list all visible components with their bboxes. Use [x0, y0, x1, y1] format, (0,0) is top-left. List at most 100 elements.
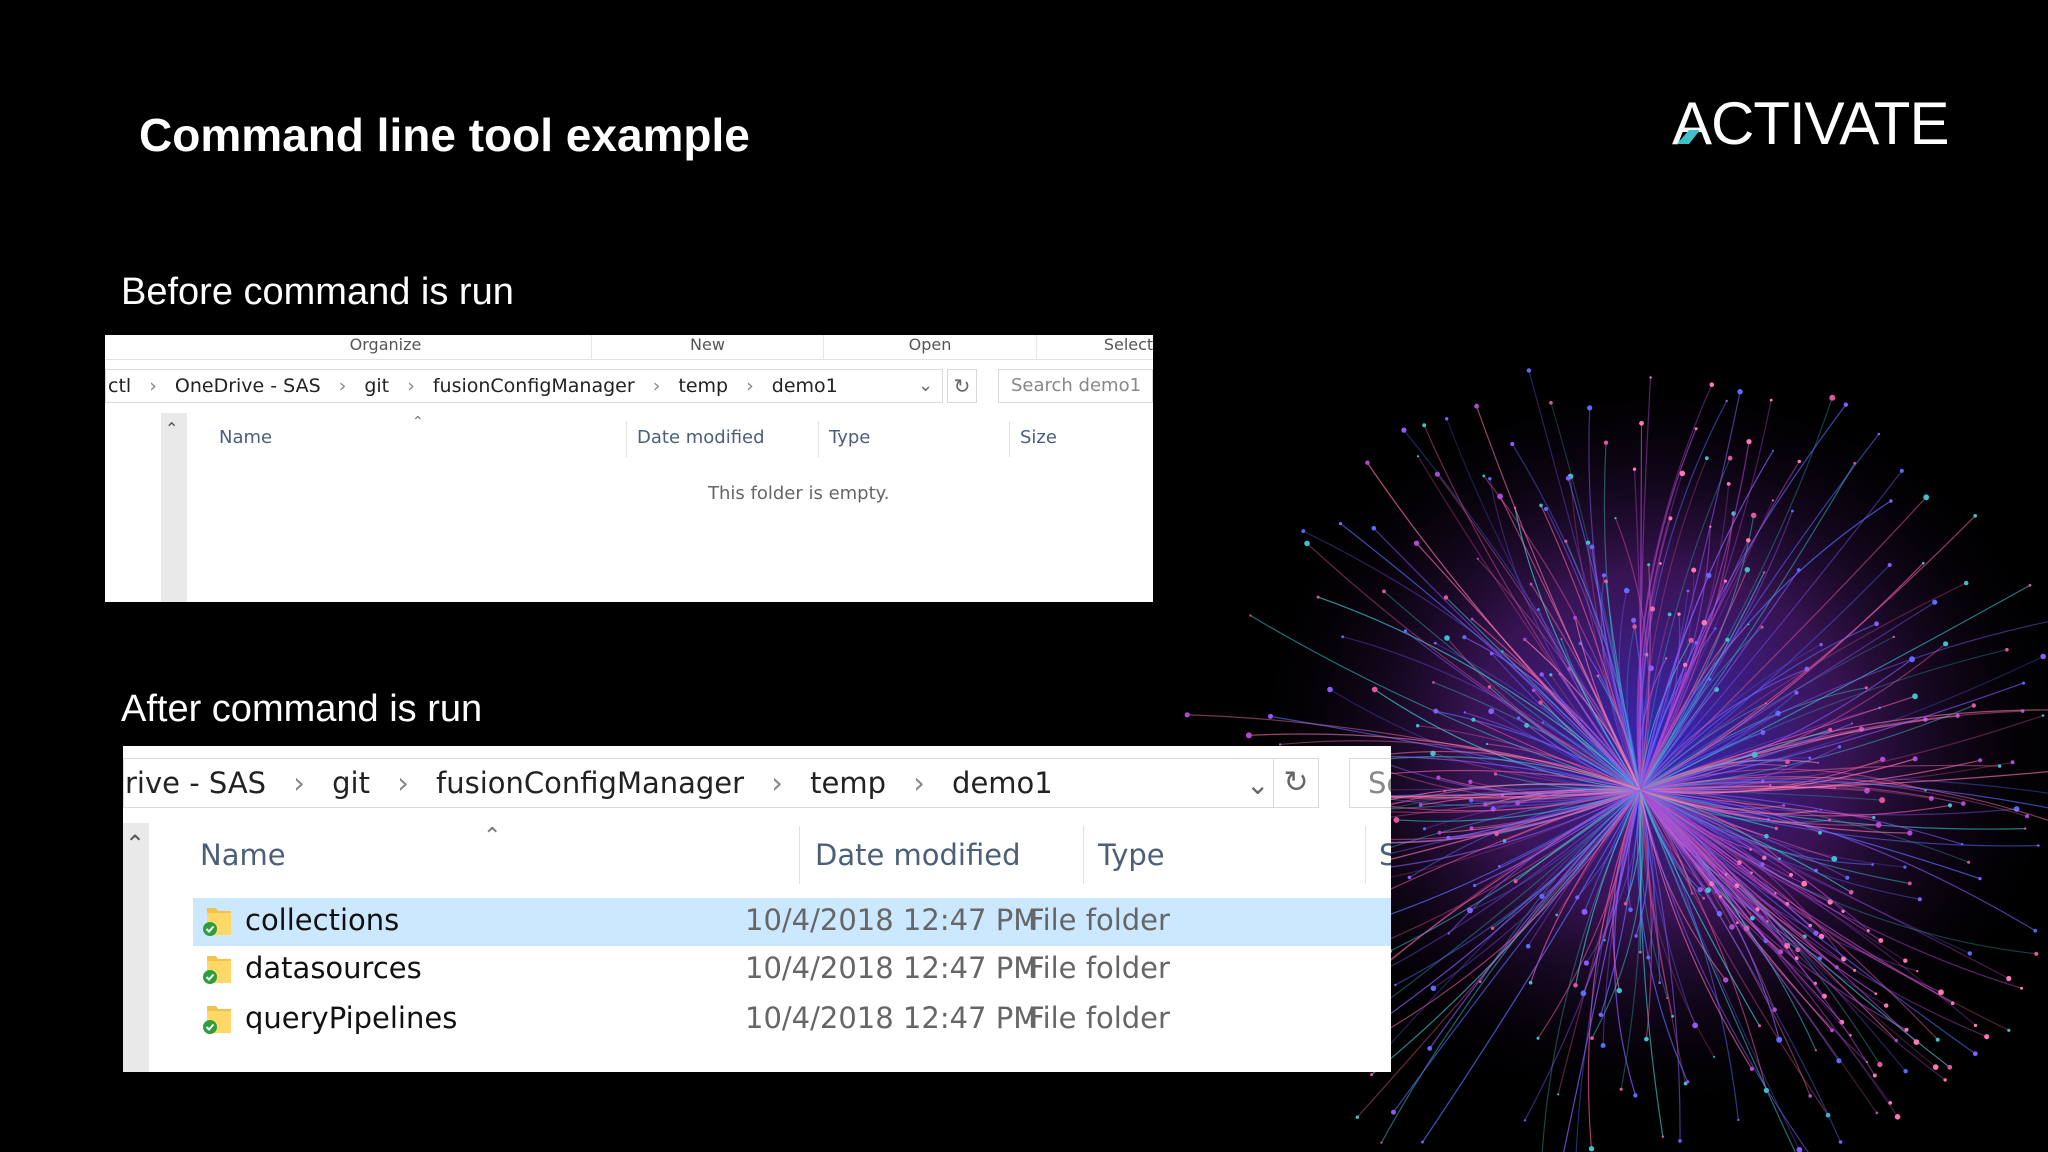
ribbon-group-new[interactable]: New [592, 335, 824, 360]
network-node [1899, 468, 1904, 473]
network-node [1598, 1012, 1603, 1017]
ribbon-group-organize[interactable]: Organize [180, 335, 592, 360]
breadcrumb-item[interactable]: fusionConfigManager [436, 759, 744, 807]
network-node [1697, 887, 1703, 893]
network-node [1791, 509, 1794, 513]
scroll-up-icon[interactable]: ⌃ [125, 830, 145, 858]
column-header-size[interactable]: S [1379, 838, 1391, 872]
search-input[interactable]: Se [1349, 758, 1391, 808]
network-node [1585, 540, 1591, 545]
column-header-date-modified[interactable]: Date modified [637, 427, 765, 448]
scrollbar[interactable] [123, 823, 149, 1072]
network-node [1661, 1135, 1665, 1138]
network-node [1796, 1146, 1803, 1152]
refresh-icon[interactable]: ↻ [1273, 758, 1319, 808]
network-node [1872, 1073, 1877, 1078]
network-node [1848, 890, 1854, 895]
network-node [1588, 1146, 1595, 1152]
breadcrumb-item[interactable]: temp [678, 370, 728, 402]
network-node [1797, 459, 1801, 464]
ribbon-group-select[interactable]: Select [1037, 335, 1153, 360]
network-node [1814, 809, 1817, 813]
column-header-type[interactable]: Type [1098, 838, 1165, 872]
network-node [1947, 1064, 1953, 1070]
column-divider[interactable] [1365, 826, 1366, 884]
file-row[interactable]: collections 10/4/2018 12:47 PM File fold… [193, 898, 1391, 946]
network-node [1488, 708, 1495, 715]
search-input[interactable]: Search demo1 [998, 369, 1153, 403]
file-name[interactable]: datasources [245, 951, 422, 985]
breadcrumb-item[interactable]: rive - SAS [125, 759, 266, 807]
network-node [1523, 637, 1527, 642]
network-node [1433, 708, 1439, 714]
breadcrumb-item[interactable]: fusionConfigManager [433, 370, 635, 402]
network-node [1567, 666, 1572, 671]
network-node [1879, 797, 1886, 804]
network-node [1445, 417, 1449, 421]
breadcrumb-item[interactable]: ctl [108, 370, 131, 402]
activate-logo: ACTIVATE [1672, 92, 1949, 152]
network-node [1984, 1034, 1990, 1040]
file-row[interactable]: queryPipelines 10/4/2018 12:47 PM File f… [193, 996, 1391, 1044]
column-header-date-modified[interactable]: Date modified [815, 838, 1021, 872]
network-node [1874, 621, 1879, 627]
chevron-down-icon[interactable]: ⌄ [918, 370, 933, 402]
column-divider[interactable] [818, 421, 819, 457]
network-node [1443, 595, 1449, 600]
column-header-size[interactable]: Size [1020, 427, 1057, 448]
network-node [1853, 968, 1857, 972]
address-bar[interactable]: rive - SAS › git › fusionConfigManager ›… [123, 758, 1319, 808]
network-node [1526, 368, 1532, 373]
column-header-type[interactable]: Type [829, 427, 870, 448]
network-node [1416, 724, 1420, 728]
network-node [1544, 507, 1548, 511]
network-node [1634, 934, 1638, 938]
file-name[interactable]: collections [245, 903, 399, 937]
address-bar[interactable]: ctl › OneDrive - SAS › git › fusionConfi… [105, 369, 943, 403]
network-node [1725, 399, 1728, 403]
scroll-up-icon[interactable]: ⌃ [165, 419, 178, 438]
network-node [1705, 887, 1711, 893]
file-row[interactable]: datasources 10/4/2018 12:47 PM File fold… [193, 946, 1391, 994]
network-node [1704, 456, 1709, 461]
network-node [1413, 540, 1420, 546]
network-node [1600, 1043, 1606, 1048]
refresh-icon[interactable]: ↻ [947, 369, 977, 403]
network-node [1649, 376, 1652, 379]
network-node [1517, 716, 1521, 720]
file-date: 10/4/2018 12:47 PM [745, 903, 1039, 937]
network-node [1541, 721, 1544, 724]
network-node [1829, 394, 1836, 401]
column-header-name[interactable]: Name [200, 838, 286, 872]
network-node [1623, 587, 1630, 594]
ribbon-group-open[interactable]: Open [824, 335, 1037, 360]
scrollbar[interactable] [161, 413, 187, 602]
column-header-name[interactable]: Name [219, 427, 272, 448]
breadcrumb-item[interactable]: demo1 [952, 759, 1053, 807]
network-node [1836, 1058, 1842, 1064]
breadcrumb-item[interactable]: git [332, 759, 370, 807]
network-node [1418, 803, 1423, 807]
network-node [1814, 1049, 1817, 1052]
network-node [1838, 1140, 1843, 1144]
column-divider[interactable] [1009, 421, 1010, 457]
network-node [1421, 1140, 1424, 1144]
breadcrumb-item[interactable]: OneDrive - SAS [175, 370, 321, 402]
network-node [1583, 960, 1589, 966]
column-divider[interactable] [1083, 826, 1084, 884]
breadcrumb-item[interactable]: demo1 [772, 370, 838, 402]
chevron-right-icon: › [652, 375, 661, 397]
network-node [1268, 713, 1273, 719]
column-divider[interactable] [799, 826, 800, 884]
file-name[interactable]: queryPipelines [245, 1001, 457, 1035]
network-node [1432, 681, 1435, 684]
network-node [1371, 526, 1377, 531]
chevron-down-icon[interactable]: ⌄ [1246, 761, 1269, 807]
network-node [1523, 1119, 1526, 1122]
network-node [1923, 494, 1930, 501]
network-node [1943, 1078, 1947, 1082]
column-divider[interactable] [626, 421, 627, 457]
network-node [1391, 1109, 1396, 1115]
breadcrumb-item[interactable]: git [364, 370, 389, 402]
breadcrumb-item[interactable]: temp [810, 759, 886, 807]
